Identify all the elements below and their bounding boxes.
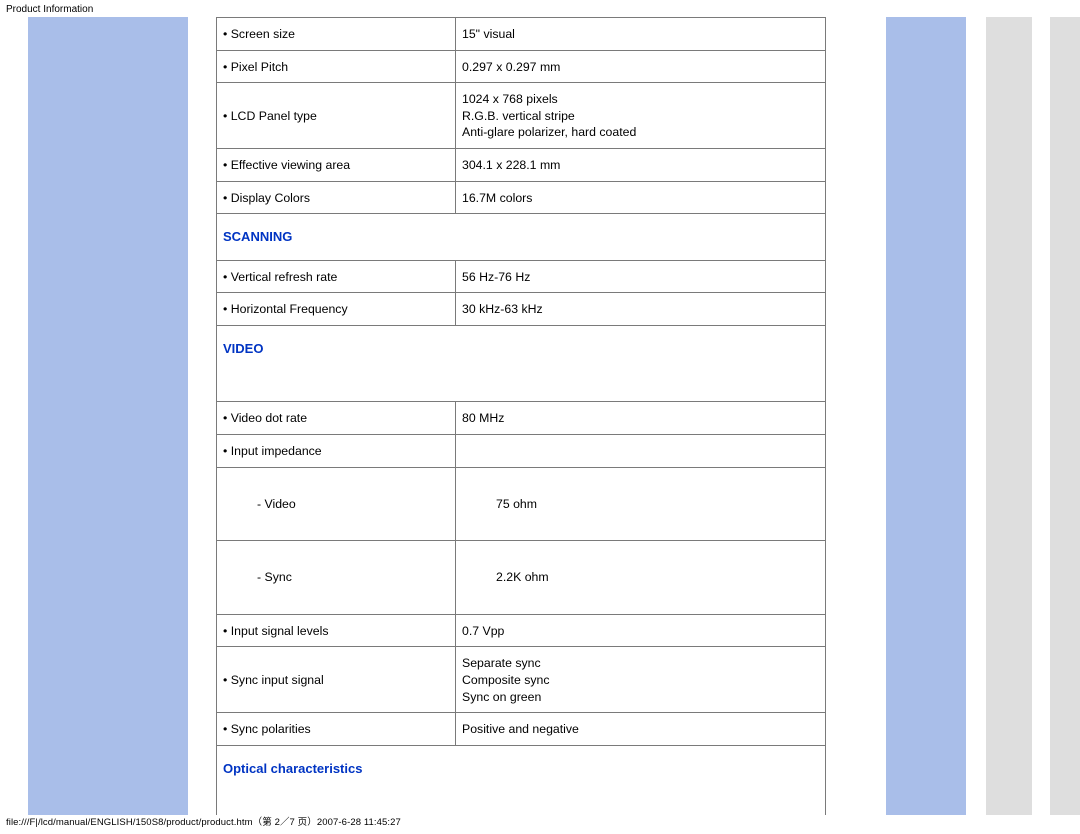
page-layout: • Screen size15" visual• Pixel Pitch0.29… <box>0 17 1080 815</box>
spec-table: • Screen size15" visual• Pixel Pitch0.29… <box>216 17 826 815</box>
table-row: • Sync polaritiesPositive and negative <box>217 713 826 746</box>
spec-label: • Sync polarities <box>217 713 456 746</box>
spec-value: 304.1 x 228.1 mm <box>456 148 826 181</box>
right-gray-strip-2 <box>1050 17 1080 815</box>
spec-value: 16.7M colors <box>456 181 826 214</box>
spec-value: 30 kHz-63 kHz <box>456 293 826 326</box>
table-row: • Vertical refresh rate56 Hz-76 Hz <box>217 260 826 293</box>
left-sidebar <box>28 17 188 815</box>
table-row: • Sync input signalSeparate syncComposit… <box>217 647 826 713</box>
spec-value: Separate syncComposite syncSync on green <box>456 647 826 713</box>
section-row: VIDEO <box>217 325 826 402</box>
table-row: • Effective viewing area304.1 x 228.1 mm <box>217 148 826 181</box>
page-header: Product Information <box>0 0 1080 17</box>
right-gray-strip-1 <box>986 17 1032 815</box>
left-margin <box>0 17 28 815</box>
right-blue-strip <box>886 17 966 815</box>
spec-label: • Vertical refresh rate <box>217 260 456 293</box>
footer-path: file:///F|/lcd/manual/ENGLISH/150S8/prod… <box>6 814 401 828</box>
spec-label: • Input signal levels <box>217 614 456 647</box>
table-row: • Horizontal Frequency30 kHz-63 kHz <box>217 293 826 326</box>
table-row: • Input impedance <box>217 435 826 468</box>
table-row: • Screen size15" visual <box>217 18 826 51</box>
spec-label: • Screen size <box>217 18 456 51</box>
spec-value: 2.2K ohm <box>456 541 826 615</box>
spec-value: 56 Hz-76 Hz <box>456 260 826 293</box>
spec-value: 15" visual <box>456 18 826 51</box>
right-strip-group <box>856 17 1080 815</box>
section-heading: VIDEO <box>217 325 826 402</box>
section-row: Optical characteristics <box>217 745 826 815</box>
table-row: - Video75 ohm <box>217 467 826 541</box>
spec-label: - Video <box>217 467 456 541</box>
spec-label: • Pixel Pitch <box>217 50 456 83</box>
spec-label: • Effective viewing area <box>217 148 456 181</box>
table-row: • Pixel Pitch0.297 x 0.297 mm <box>217 50 826 83</box>
content-gap <box>188 17 216 815</box>
section-heading: SCANNING <box>217 214 826 261</box>
spec-value: 0.7 Vpp <box>456 614 826 647</box>
spec-value <box>456 435 826 468</box>
table-row: • Input signal levels0.7 Vpp <box>217 614 826 647</box>
table-row: - Sync2.2K ohm <box>217 541 826 615</box>
spec-label: • LCD Panel type <box>217 83 456 149</box>
spec-label: • Display Colors <box>217 181 456 214</box>
table-row: • Video dot rate80 MHz <box>217 402 826 435</box>
section-heading: Optical characteristics <box>217 745 826 815</box>
spec-value: 80 MHz <box>456 402 826 435</box>
spec-value: 0.297 x 0.297 mm <box>456 50 826 83</box>
section-row: SCANNING <box>217 214 826 261</box>
spec-label: - Sync <box>217 541 456 615</box>
content-column: • Screen size15" visual• Pixel Pitch0.29… <box>216 17 856 815</box>
spec-label: • Sync input signal <box>217 647 456 713</box>
spec-value: 1024 x 768 pixelsR.G.B. vertical stripeA… <box>456 83 826 149</box>
spec-label: • Horizontal Frequency <box>217 293 456 326</box>
table-row: • Display Colors16.7M colors <box>217 181 826 214</box>
spec-value: 75 ohm <box>456 467 826 541</box>
spec-value: Positive and negative <box>456 713 826 746</box>
spec-label: • Video dot rate <box>217 402 456 435</box>
spec-label: • Input impedance <box>217 435 456 468</box>
table-row: • LCD Panel type1024 x 768 pixelsR.G.B. … <box>217 83 826 149</box>
